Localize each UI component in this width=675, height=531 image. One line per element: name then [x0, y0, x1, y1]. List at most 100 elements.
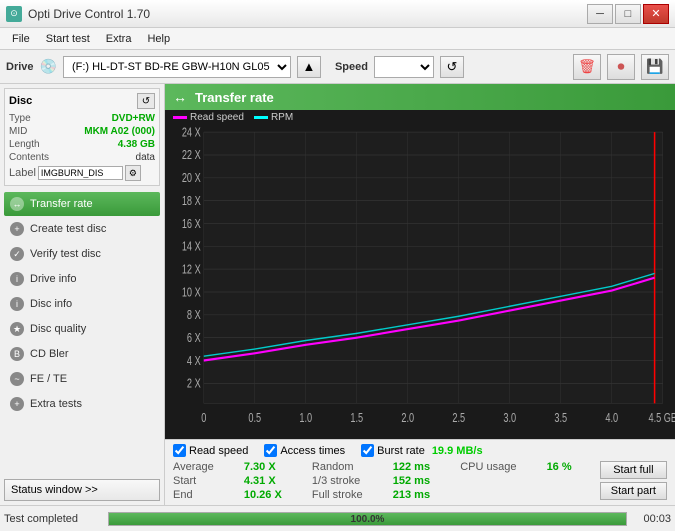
start-label: Start [173, 475, 234, 487]
disc-mid-label: MID [9, 126, 27, 137]
disc-label-row: Label ⚙ [9, 165, 155, 181]
svg-text:0: 0 [201, 412, 206, 426]
transfer-rate-icon: ↔ [10, 197, 24, 211]
read-speed-checkbox[interactable] [173, 444, 186, 457]
disc-label-input[interactable] [38, 166, 123, 180]
sidebar-item-cd-bler[interactable]: B CD Bler [4, 342, 160, 366]
disc-panel: Disc ↺ Type DVD+RW MID MKM A02 (000) Len… [4, 88, 160, 186]
sidebar-item-extra-tests[interactable]: + Extra tests [4, 392, 160, 416]
disc-length-value: 4.38 GB [118, 139, 155, 150]
menu-extra[interactable]: Extra [98, 31, 140, 47]
progress-bar-container: 100.0% [108, 512, 627, 526]
disc-mid-row: MID MKM A02 (000) [9, 126, 155, 137]
sidebar-item-create-test-disc[interactable]: + Create test disc [4, 217, 160, 241]
random-label: Random [312, 461, 383, 473]
minimize-button[interactable]: ─ [587, 4, 613, 24]
title-bar: ⊙ Opti Drive Control 1.70 ─ □ ✕ [0, 0, 675, 28]
sidebar-item-label-drive-info: Drive info [30, 273, 76, 285]
read-speed-check-label: Read speed [189, 445, 248, 457]
sidebar-item-fe-te[interactable]: ~ FE / TE [4, 367, 160, 391]
start-full-button[interactable]: Start full [600, 461, 667, 479]
disc-contents-label: Contents [9, 152, 49, 163]
disc-label-icon-button[interactable]: ⚙ [125, 165, 141, 181]
svg-text:18 X: 18 X [182, 195, 201, 209]
stroke-value: 152 ms [393, 475, 450, 487]
legend-read-speed: Read speed [173, 112, 244, 123]
svg-text:8 X: 8 X [187, 309, 201, 323]
svg-text:20 X: 20 X [182, 172, 201, 186]
content-area: ↔ Transfer rate Read speed RPM [165, 84, 675, 505]
start-value: 4.31 X [244, 475, 302, 487]
average-label: Average [173, 461, 234, 473]
start-part-button[interactable]: Start part [600, 482, 667, 500]
sidebar-item-transfer-rate[interactable]: ↔ Transfer rate [4, 192, 160, 216]
results-area: Read speed Access times Burst rate 19.9 … [165, 439, 675, 505]
full-stroke-label: Full stroke [312, 489, 383, 501]
svg-text:16 X: 16 X [182, 217, 201, 231]
window-controls: ─ □ ✕ [587, 4, 669, 24]
disc-contents-row: Contents data [9, 152, 155, 163]
stroke-label: 1/3 stroke [312, 475, 383, 487]
chart-header: ↔ Transfer rate [165, 84, 675, 110]
menu-file[interactable]: File [4, 31, 38, 47]
svg-text:3.0: 3.0 [503, 412, 516, 426]
action-buttons: Start full Start part [600, 461, 667, 500]
sidebar-item-label-fe-te: FE / TE [30, 373, 67, 385]
access-times-check: Access times [264, 444, 345, 457]
results-checkboxes: Read speed Access times Burst rate 19.9 … [173, 444, 667, 457]
burst-rate-checkbox[interactable] [361, 444, 374, 457]
status-window-button[interactable]: Status window >> [4, 479, 160, 501]
disc-type-label: Type [9, 113, 31, 124]
svg-text:0.5: 0.5 [248, 412, 261, 426]
sidebar-item-drive-info[interactable]: i Drive info [4, 267, 160, 291]
disc-refresh-button[interactable]: ↺ [137, 93, 155, 109]
rpm-color-swatch [254, 116, 268, 119]
menu-start-test[interactable]: Start test [38, 31, 98, 47]
save-button[interactable]: 💾 [641, 54, 669, 80]
svg-text:10 X: 10 X [182, 286, 201, 300]
burst-rate-check: Burst rate 19.9 MB/s [361, 444, 482, 457]
access-times-checkbox[interactable] [264, 444, 277, 457]
svg-text:1.5: 1.5 [350, 412, 363, 426]
chart-header-icon: ↔ [173, 89, 187, 105]
sidebar-item-label-transfer-rate: Transfer rate [30, 198, 93, 210]
sidebar-item-label-verify-test-disc: Verify test disc [30, 248, 101, 260]
disc-type-row: Type DVD+RW [9, 113, 155, 124]
close-button[interactable]: ✕ [643, 4, 669, 24]
menu-help[interactable]: Help [139, 31, 178, 47]
disc-length-label: Length [9, 139, 40, 150]
sidebar-item-disc-info[interactable]: i Disc info [4, 292, 160, 316]
results-grid: Average 7.30 X Random 122 ms CPU usage 1… [173, 461, 592, 501]
random-value: 122 ms [393, 461, 450, 473]
record-button[interactable]: ⏺ [607, 54, 635, 80]
speed-label: Speed [335, 61, 368, 73]
disc-length-row: Length 4.38 GB [9, 139, 155, 150]
average-value: 7.30 X [244, 461, 302, 473]
refresh-button[interactable]: ↺ [440, 56, 464, 78]
cpu-usage-value: 16 % [547, 461, 592, 473]
sidebar-item-label-disc-quality: Disc quality [30, 323, 86, 335]
chart-area: 24 X 22 X 20 X 18 X 16 X 14 X 12 X 10 X … [165, 125, 675, 439]
sidebar-item-disc-quality[interactable]: ★ Disc quality [4, 317, 160, 341]
drive-eject-button[interactable]: ▲ [297, 56, 321, 78]
sidebar: Disc ↺ Type DVD+RW MID MKM A02 (000) Len… [0, 84, 165, 505]
sidebar-item-verify-test-disc[interactable]: ✓ Verify test disc [4, 242, 160, 266]
disc-label-label: Label [9, 167, 36, 179]
maximize-button[interactable]: □ [615, 4, 641, 24]
disc-mid-value: MKM A02 (000) [84, 126, 155, 137]
legend-rpm: RPM [254, 112, 293, 123]
access-times-check-label: Access times [280, 445, 345, 457]
drive-select[interactable]: (F:) HL-DT-ST BD-RE GBW-H10N GL05 [63, 56, 291, 78]
sidebar-item-label-cd-bler: CD Bler [30, 348, 69, 360]
svg-text:4.5 GB: 4.5 GB [648, 412, 675, 426]
main-area: Disc ↺ Type DVD+RW MID MKM A02 (000) Len… [0, 84, 675, 505]
end-value: 10.26 X [244, 489, 302, 501]
read-speed-color-swatch [173, 116, 187, 119]
disc-info-icon: i [10, 297, 24, 311]
drive-icon: 💿 [40, 58, 57, 75]
status-time: 00:03 [631, 513, 671, 525]
speed-select[interactable] [374, 56, 434, 78]
svg-text:1.0: 1.0 [299, 412, 312, 426]
erase-button[interactable]: 🗑 [573, 54, 601, 80]
cpu-usage-label: CPU usage [460, 461, 536, 473]
